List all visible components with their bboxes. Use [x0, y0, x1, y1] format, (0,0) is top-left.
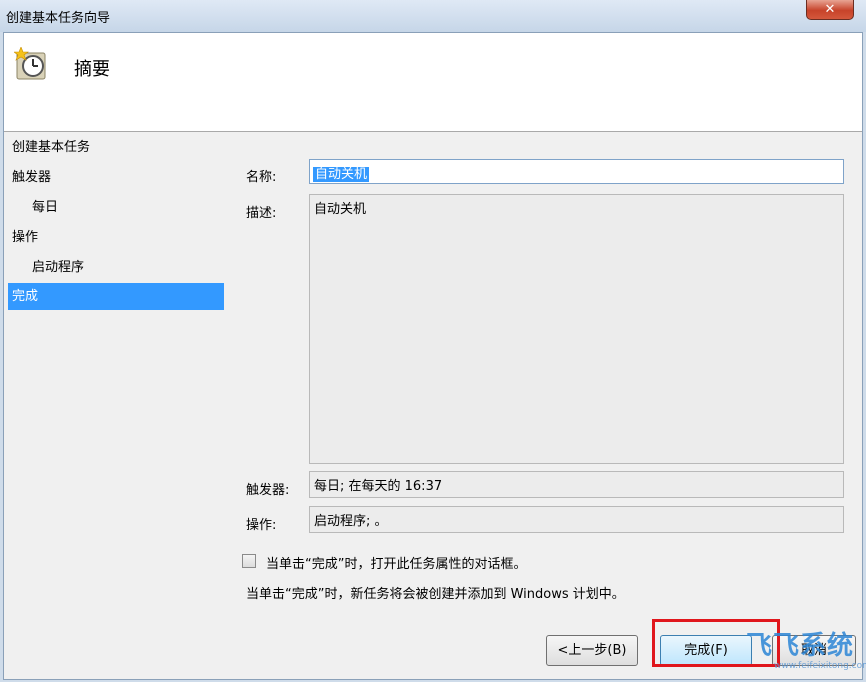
action-value: 启动程序; 。 [314, 514, 388, 529]
description-label: 描述: [246, 206, 277, 221]
name-field[interactable]: 自动关机 [309, 159, 844, 184]
step-trigger[interactable]: 触发器 [4, 163, 226, 193]
trigger-label: 触发器: [246, 483, 290, 498]
clock-icon [14, 47, 46, 80]
back-button[interactable]: <上一步(B) [546, 635, 638, 666]
open-properties-label[interactable]: 当单击“完成”时，打开此任务属性的对话框。 [266, 553, 526, 572]
wizard-steps: 创建基本任务 触发器 每日 操作 启动程序 完成 [4, 133, 226, 310]
step-daily[interactable]: 每日 [4, 193, 226, 223]
description-value: 自动关机 [314, 202, 367, 217]
action-field: 启动程序; 。 [309, 506, 844, 533]
header-band: 摘要 [4, 33, 862, 132]
title-bar: 创建基本任务向导 ✕ [0, 0, 866, 32]
name-label: 名称: [246, 170, 277, 185]
open-properties-checkbox[interactable] [242, 554, 256, 568]
step-create-basic-task[interactable]: 创建基本任务 [4, 133, 226, 163]
watermark-url: www.feifeixitong.com [774, 661, 866, 671]
step-finish[interactable]: 完成 [8, 283, 224, 310]
close-icon: ✕ [824, 2, 836, 17]
watermark-brand: 飞飞系统 [746, 631, 855, 661]
watermark-logo: 飞飞系统 www.feifeixitong.com [746, 631, 866, 675]
trigger-field: 每日; 在每天的 16:37 [309, 471, 844, 498]
description-field[interactable]: 自动关机 [309, 194, 844, 464]
wizard-body: 摘要 创建基本任务 触发器 每日 操作 启动程序 完成 名称: 自动关机 描述:… [3, 32, 866, 680]
step-start-program[interactable]: 启动程序 [4, 253, 226, 283]
finish-info-text: 当单击“完成”时，新任务将会被创建并添加到 Windows 计划中。 [246, 587, 625, 602]
page-title: 摘要 [74, 59, 110, 80]
step-action[interactable]: 操作 [4, 223, 226, 253]
action-label: 操作: [246, 518, 277, 533]
trigger-value: 每日; 在每天的 16:37 [314, 479, 443, 494]
close-button[interactable]: ✕ [806, 0, 854, 20]
name-value: 自动关机 [313, 167, 370, 182]
window-title: 创建基本任务向导 [6, 11, 111, 26]
